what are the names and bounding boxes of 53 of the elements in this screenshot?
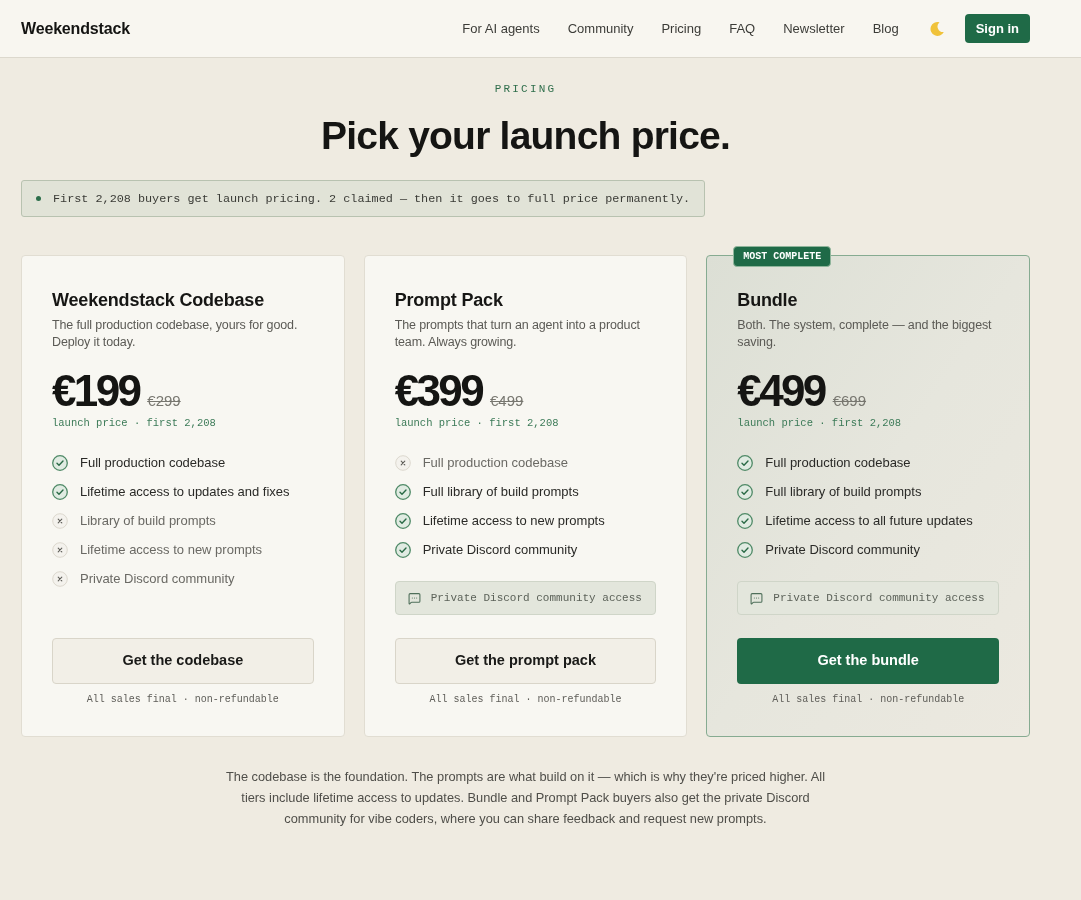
logo[interactable]: Weekendstack xyxy=(21,16,130,41)
plan-description: The full production codebase, yours for good. Deploy it today. xyxy=(52,317,299,351)
plan-price: €399 xyxy=(394,369,482,413)
plan-description: The prompts that turn an agent into a product team. Always growing. xyxy=(394,317,641,351)
plan-description: Both. The system, complete — and the biggest saving. xyxy=(737,317,993,351)
footnote-text: The codebase is the foundation. The prompts are what build on it — which is why they're priced higher. All tiers include lifetime access to updates. Bundle and Prompt Pack buyers also get the private Discord community for vibe coders, where you can share feedback and request new prompts. xyxy=(225,768,826,828)
note-text: Private Discord community access xyxy=(430,591,642,605)
old-price: €499 xyxy=(490,392,524,410)
cta-button[interactable]: Get the prompt pack xyxy=(394,638,657,684)
cta-button[interactable]: Get the codebase xyxy=(52,638,314,684)
nav-link[interactable]: Pricing xyxy=(661,18,702,39)
plan-title: Weekendstack Codebase xyxy=(52,289,265,312)
nav-link[interactable]: Blog xyxy=(872,18,899,39)
feature-label: Lifetime access to all future updates xyxy=(765,512,973,530)
plan-price: €499 xyxy=(737,369,825,413)
notice-text: First 2,208 buyers get launch pricing. 2 claimed — then it goes to full price permanently. xyxy=(53,191,691,206)
moon-icon[interactable] xyxy=(928,20,945,37)
feature-label: Full library of build prompts xyxy=(422,483,579,501)
feature-label: Lifetime access to new prompts xyxy=(422,512,605,530)
nav-link[interactable]: Community xyxy=(567,18,634,39)
feature-label: Private Discord community xyxy=(765,541,920,559)
chat-bubble-icon xyxy=(407,591,421,605)
old-price: €299 xyxy=(147,392,181,410)
plan-title: Prompt Pack xyxy=(394,289,504,312)
feature-label: Lifetime access to new prompts xyxy=(80,541,263,559)
nav-link[interactable]: For AI agents xyxy=(462,18,540,39)
price-note: launch price · first 2,208 xyxy=(737,416,902,430)
price-note: launch price · first 2,208 xyxy=(52,416,216,430)
price-note: launch price · first 2,208 xyxy=(394,416,559,430)
plan-price: €199 xyxy=(52,369,140,413)
nav-link[interactable]: FAQ xyxy=(729,18,756,39)
feature-label: Full library of build prompts xyxy=(765,483,922,501)
old-price: €699 xyxy=(832,392,867,410)
chat-bubble-icon xyxy=(750,591,764,605)
nav-link[interactable]: Newsletter xyxy=(783,18,845,39)
sign-in-button[interactable]: Sign in xyxy=(964,14,1030,43)
fine-print: All sales final · non-refundable xyxy=(429,693,622,707)
feature-label: Private Discord community xyxy=(80,570,235,588)
plan-badge: MOST COMPLETE xyxy=(733,246,832,267)
page-title: Pick your launch price. xyxy=(320,113,730,159)
feature-label: Full production codebase xyxy=(80,454,226,472)
fine-print: All sales final · non-refundable xyxy=(772,693,965,707)
feature-label: Library of build prompts xyxy=(80,512,216,530)
feature-label: Full production codebase xyxy=(765,454,911,472)
feature-label: Full production codebase xyxy=(422,454,568,472)
note-text: Private Discord community access xyxy=(773,591,985,605)
section-eyebrow: PRICING xyxy=(494,82,557,96)
feature-label: Lifetime access to updates and fixes xyxy=(80,483,290,501)
status-dot-icon xyxy=(36,196,41,201)
cta-button[interactable]: Get the bundle xyxy=(737,638,999,684)
fine-print: All sales final · non-refundable xyxy=(86,693,279,707)
feature-label: Private Discord community xyxy=(422,541,578,559)
plan-title: Bundle xyxy=(737,289,799,312)
